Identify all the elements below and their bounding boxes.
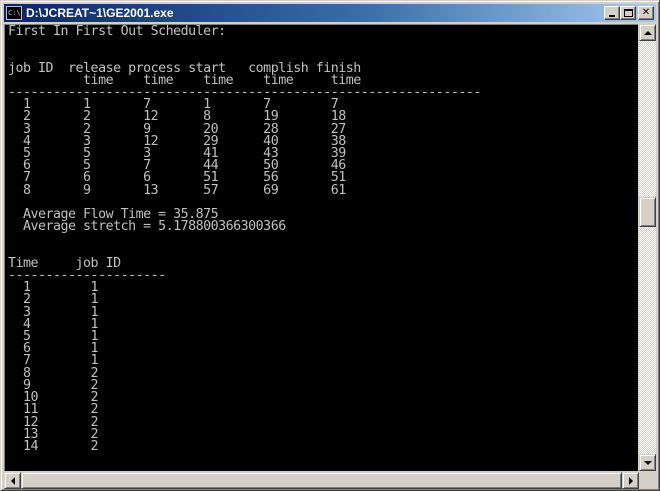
console-line: First In First Out Scheduler: — [8, 24, 226, 39]
console-window: C:\ D:\JCREAT~1\GE2001.exe ✕ First In Fi… — [0, 0, 660, 491]
scrollbar-corner — [639, 472, 656, 489]
arrow-left-icon — [10, 476, 15, 485]
vertical-scroll-thumb[interactable] — [639, 197, 656, 227]
window-title: D:\JCREAT~1\GE2001.exe — [26, 6, 174, 20]
horizontal-scroll-thumb[interactable] — [21, 472, 622, 489]
close-icon: ✕ — [641, 7, 651, 18]
scroll-left-button[interactable] — [4, 472, 21, 489]
minimize-icon — [609, 15, 615, 17]
console-app-icon[interactable]: C:\ — [6, 6, 22, 20]
scroll-up-button[interactable] — [639, 24, 656, 41]
minimize-button[interactable] — [604, 6, 620, 20]
console-line: Average stretch = 5.178800366300366 — [8, 219, 286, 235]
horizontal-scrollbar[interactable] — [4, 472, 639, 489]
arrow-up-icon — [643, 30, 652, 35]
maximize-button[interactable] — [620, 6, 636, 20]
console-output-area[interactable]: First In First Out Scheduler: job ID rel… — [4, 24, 638, 471]
maximize-icon — [623, 9, 633, 17]
arrow-down-icon — [643, 460, 652, 465]
caption-buttons: ✕ — [604, 6, 654, 20]
console-line: 8 9 13 57 69 61 — [8, 182, 346, 198]
arrow-right-icon — [628, 476, 633, 485]
scroll-down-button[interactable] — [639, 454, 656, 471]
console-text: First In First Out Scheduler: job ID rel… — [8, 24, 481, 454]
scroll-right-button[interactable] — [622, 472, 639, 489]
vertical-scrollbar[interactable] — [639, 24, 656, 471]
title-bar[interactable]: C:\ D:\JCREAT~1\GE2001.exe ✕ — [4, 4, 656, 22]
console-line: 14 2 — [8, 438, 99, 454]
close-button[interactable]: ✕ — [638, 6, 654, 20]
